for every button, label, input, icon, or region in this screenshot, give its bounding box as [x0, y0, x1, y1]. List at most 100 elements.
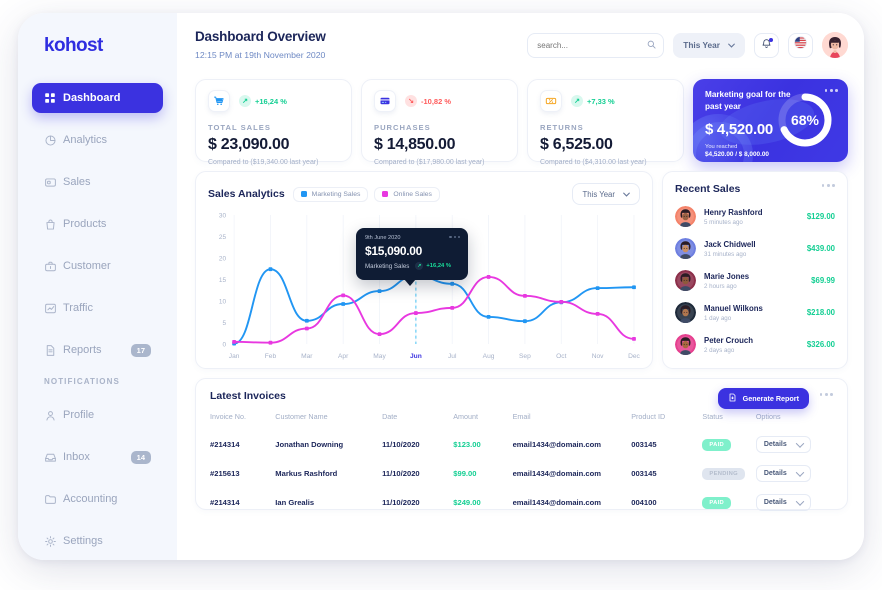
recent-sale-info: Henry Rashford 5 minutes ago: [704, 208, 807, 226]
page-title: Dashboard Overview: [195, 29, 326, 44]
details-button[interactable]: Details: [755, 494, 811, 511]
search-input[interactable]: [537, 40, 648, 50]
sidebar-item-analytics[interactable]: Analytics: [32, 125, 163, 155]
notifications-button[interactable]: [754, 32, 779, 58]
sidebar-item-settings[interactable]: Settings: [32, 526, 163, 556]
recent-sale-amount: $439.00: [806, 244, 835, 253]
chart-year-filter[interactable]: This Year: [572, 183, 640, 205]
sidebar-item-products[interactable]: Products: [32, 209, 163, 239]
search-icon: [647, 36, 656, 54]
chart-plot-area: 0 5 10 15 20 25 30 Jan Feb Mar Apr May Jun Jul Aug Sep O…: [208, 211, 641, 366]
chevron-down-icon: [795, 438, 805, 448]
chart-year-value: This Year: [582, 189, 615, 199]
cell-invoice-no: #215613: [210, 469, 240, 478]
stat-change: ↘ -10,82 %: [405, 95, 451, 107]
details-label: Details: [763, 441, 787, 448]
topbar-controls: This Year: [527, 29, 848, 58]
svg-text:30: 30: [219, 213, 227, 220]
goal-reached-value: $4,520.00 / $ 8,000.00: [705, 150, 769, 158]
details-button[interactable]: Details: [755, 436, 811, 453]
document-download-icon: [728, 393, 737, 404]
sidebar-item-reports[interactable]: Reports 17: [32, 335, 163, 365]
sidebar-item-label: Dashboard: [63, 92, 121, 104]
recent-sale-item[interactable]: Henry Rashford 5 minutes ago $129.00: [675, 206, 835, 227]
cell-amount: $123.00: [453, 440, 481, 449]
page-subtitle: 12:15 PM at 19th November 2020: [195, 50, 326, 60]
brand-logo[interactable]: kohost: [18, 35, 177, 57]
recent-sale-time: 5 minutes ago: [704, 218, 743, 226]
tooltip-footer: Marketing Sales ↗ +16,24 %: [365, 262, 459, 270]
topbar: Dashboard Overview 12:15 PM at 19th Nove…: [195, 29, 848, 75]
recent-sale-item[interactable]: Peter Crouch 2 days ago $326.00: [675, 334, 835, 355]
usa-flag-icon: [793, 35, 808, 55]
legend-item-online sales[interactable]: Online Sales: [374, 186, 440, 202]
sidebar-item-profile[interactable]: Profile: [32, 400, 163, 430]
sidebar-item-accounting[interactable]: Accounting: [32, 484, 163, 514]
avatar[interactable]: [822, 32, 848, 58]
stat-change: ↗ +7,33 %: [571, 95, 615, 107]
sidebar-nav: Dashboard Analytics Sales Products Custo…: [18, 83, 177, 365]
chevron-down-icon: [795, 496, 805, 506]
recent-sale-time: 31 minutes ago: [704, 250, 747, 258]
year-filter-select[interactable]: This Year: [673, 32, 745, 58]
sidebar-item-label: Customer: [63, 260, 111, 272]
stat-card-top: ↗ +16,24 %: [208, 90, 339, 112]
stat-card-top: ↘ -10,82 %: [374, 90, 505, 112]
cell-customer-name: Ian Grealis: [275, 498, 315, 507]
generate-report-button[interactable]: Generate Report: [717, 388, 809, 409]
cell-amount: $99.00: [453, 469, 477, 478]
recent-sale-item[interactable]: Jack Chidwell 31 minutes ago $439.00: [675, 238, 835, 259]
tooltip-value: $15,090.00: [365, 244, 423, 258]
details-button[interactable]: Details: [755, 465, 811, 482]
sidebar-item-customer[interactable]: Customer: [32, 251, 163, 281]
cell-status: PAID: [702, 430, 755, 459]
cell-product-id: 003145: [631, 469, 657, 478]
sidebar-item-inbox[interactable]: Inbox 14: [32, 442, 163, 472]
recent-sale-item[interactable]: Marie Jones 2 hours ago $69.99: [675, 270, 835, 291]
tooltip-menu-icon: [449, 236, 460, 239]
invoices-menu-button[interactable]: [819, 393, 833, 396]
chevron-down-icon: [623, 190, 630, 199]
sidebar-item-dashboard[interactable]: Dashboard: [32, 83, 163, 113]
sidebar-notifications-nav: Profile Inbox 14 Accounting Settings: [18, 400, 177, 556]
recent-sales-card: Recent Sales Henry Rashford 5 minutes ag…: [662, 171, 848, 369]
sidebar-item-traffic[interactable]: Traffic: [32, 293, 163, 323]
cell-invoice-no: #214314: [210, 498, 240, 507]
year-filter-value: This Year: [683, 40, 720, 50]
folder-icon: [44, 493, 63, 506]
cell-customer-name: Markus Rashford: [275, 469, 338, 478]
table-row: #214314 Jonathan Downing 11/10/2020 $123…: [210, 430, 833, 459]
recent-sale-name: Peter Crouch: [704, 335, 753, 345]
language-flag-button[interactable]: [788, 32, 813, 58]
legend-item-marketing sales[interactable]: Marketing Sales: [292, 186, 369, 202]
grid-icon: [44, 92, 63, 104]
svg-text:Apr: Apr: [338, 353, 349, 360]
recent-sales-title: Recent Sales: [675, 183, 741, 195]
cell-email: email1434@domain.com: [512, 469, 602, 478]
svg-text:5: 5: [222, 320, 226, 327]
recent-sale-name: Marie Jones: [704, 271, 750, 281]
column-header: Date: [382, 412, 398, 421]
sidebar-item-label: Profile: [63, 409, 95, 421]
trend-up-icon: ↗: [239, 95, 251, 107]
search-box[interactable]: [527, 32, 665, 58]
tooltip-series-label: Marketing Sales: [365, 262, 410, 270]
header-titles: Dashboard Overview 12:15 PM at 19th Nove…: [195, 29, 326, 60]
svg-text:Aug: Aug: [483, 353, 495, 360]
recent-sale-item[interactable]: Manuel Wilkons 1 day ago $218.00: [675, 302, 835, 323]
inbox-icon: [44, 451, 63, 464]
cell-email: email1434@domain.com: [512, 498, 602, 507]
avatar: [675, 334, 696, 355]
cell-date: 11/10/2020: [382, 498, 420, 507]
sidebar-item-label: Settings: [63, 535, 103, 547]
brand-name: kohost: [44, 35, 103, 56]
sidebar-item-label: Inbox: [63, 451, 90, 463]
stat-compare: Compared to ($19,340.00 last year): [208, 159, 319, 166]
legend-label: Marketing Sales: [311, 190, 361, 198]
recent-sales-menu-button[interactable]: [821, 184, 835, 187]
stat-card-total sales: ↗ +16,24 % TOTAL SALES $ 23,090.00 Compa…: [195, 79, 352, 166]
sidebar-item-sales[interactable]: Sales: [32, 167, 163, 197]
sidebar-item-badge: 14: [130, 450, 151, 464]
legend-swatch-icon: [382, 191, 389, 197]
sidebar: kohost Dashboard Analytics Sales Product…: [18, 13, 177, 560]
